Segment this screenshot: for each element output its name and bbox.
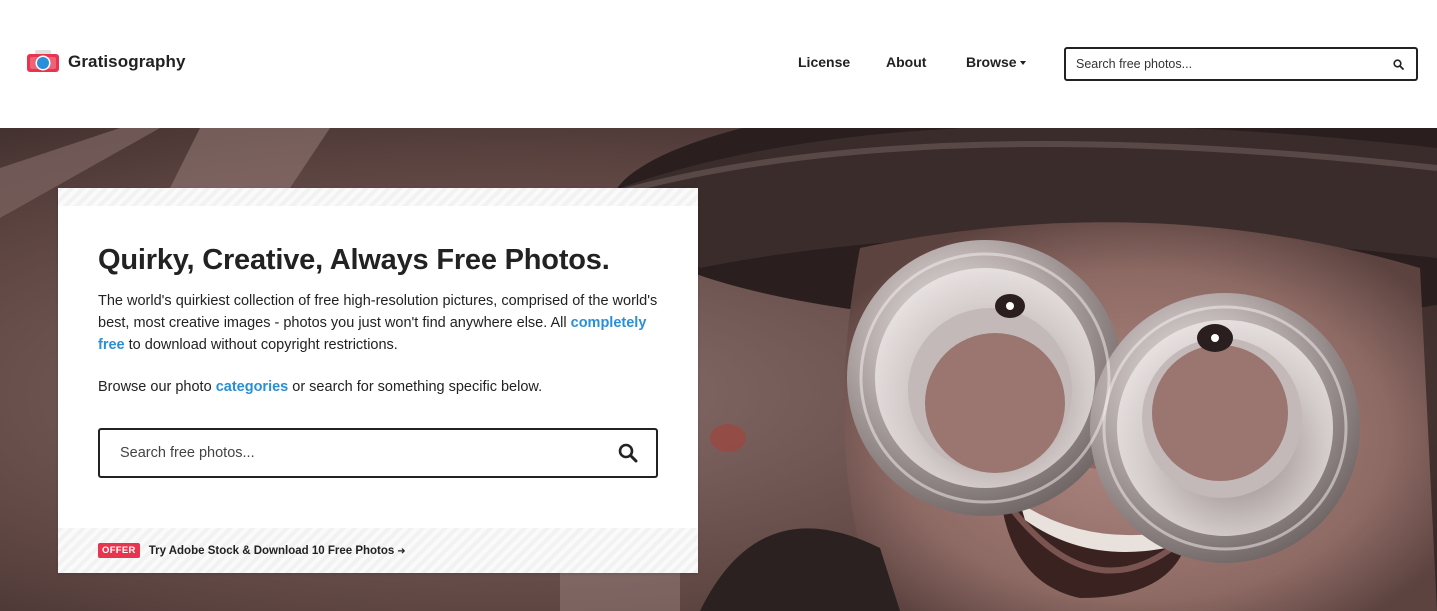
browse-text-start: Browse our photo: [98, 379, 216, 395]
hero-description: The world's quirkiest collection of free…: [98, 290, 668, 356]
adobe-stock-offer-link[interactable]: Try Adobe Stock & Download 10 Free Photo…: [149, 545, 406, 557]
camera-logo-icon: [27, 49, 59, 75]
arrow-right-icon: ➜: [397, 545, 406, 557]
hero-search-box: [98, 428, 658, 478]
categories-link[interactable]: categories: [216, 379, 289, 395]
brand-name: Gratisography: [68, 52, 186, 71]
logo-link[interactable]: Gratisography: [27, 49, 186, 75]
header-search-button[interactable]: [1380, 49, 1416, 79]
hero-search-button[interactable]: [600, 430, 656, 476]
header-search-box: [1064, 47, 1418, 81]
header-search-input[interactable]: [1066, 49, 1380, 79]
offer-bar: OFFER Try Adobe Stock & Download 10 Free…: [58, 528, 698, 573]
hero-title: Quirky, Creative, Always Free Photos.: [98, 244, 610, 276]
site-header: Gratisography License About Browse: [0, 0, 1437, 128]
search-icon: [618, 443, 638, 463]
nav-license[interactable]: License: [798, 54, 850, 70]
search-icon: [1392, 58, 1404, 70]
card-top-stripe: [58, 188, 698, 206]
offer-text: Try Adobe Stock & Download 10 Free Photo…: [148, 544, 395, 557]
nav-browse[interactable]: Browse: [966, 54, 1026, 70]
nav-about[interactable]: About: [886, 54, 926, 70]
hero-description-text-end: to download without copyright restrictio…: [124, 337, 398, 353]
hero-browse-text: Browse our photo categories or search fo…: [98, 376, 668, 398]
offer-badge: OFFER: [98, 543, 140, 558]
nav-browse-label: Browse: [966, 54, 1017, 70]
hero-card: Quirky, Creative, Always Free Photos. Th…: [58, 188, 698, 573]
browse-text-end: or search for something specific below.: [288, 379, 543, 395]
hero-search-input[interactable]: [100, 430, 600, 476]
caret-down-icon: [1019, 61, 1026, 65]
